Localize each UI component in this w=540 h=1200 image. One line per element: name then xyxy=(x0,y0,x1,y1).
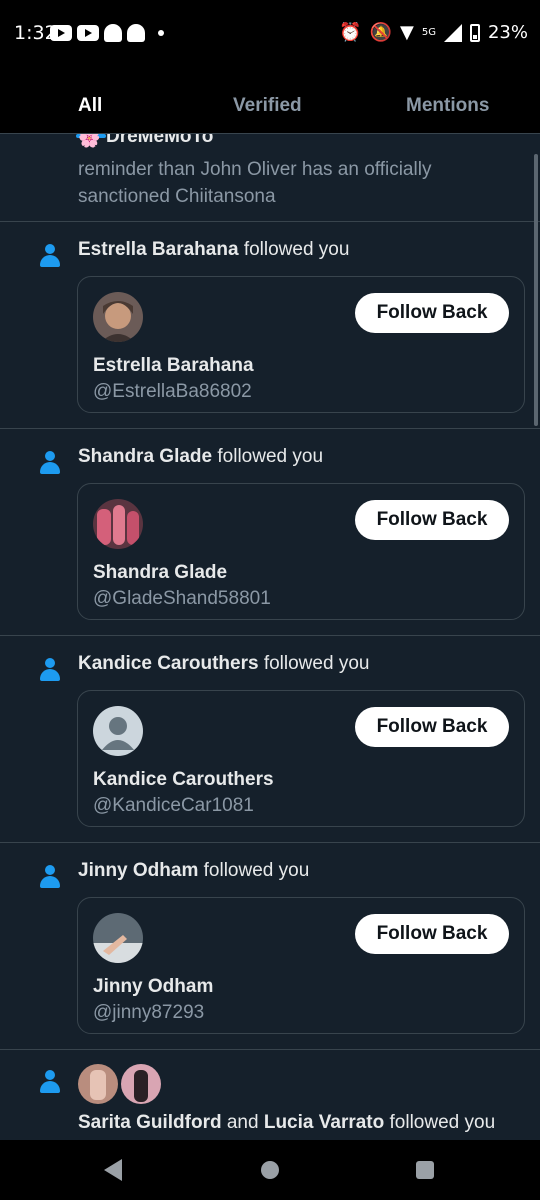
post-author-name: DreMeMoTo xyxy=(106,134,214,147)
person-icon xyxy=(38,1070,62,1094)
group-follow-notification[interactable]: Sarita Guildford and Lucia Varrato follo… xyxy=(0,1050,540,1140)
follow-back-button[interactable]: Follow Back xyxy=(355,293,509,333)
user-card[interactable]: Follow Back Kandice Carouthers @KandiceC… xyxy=(77,690,525,827)
network-label: 5G xyxy=(421,27,436,38)
flower-emoji-icon: 🌸 xyxy=(78,134,101,148)
follow-back-button[interactable]: Follow Back xyxy=(355,500,509,540)
youtube-icon xyxy=(77,25,99,41)
follow-back-button[interactable]: Follow Back xyxy=(355,707,509,747)
notification-text: Sarita Guildford and Lucia Varrato follo… xyxy=(78,1112,495,1134)
notification-action: followed you xyxy=(203,860,310,881)
notification-text: Shandra Glade followed you xyxy=(78,446,323,468)
post-text: reminder than John Oliver has an officia… xyxy=(78,159,432,207)
notification-action: followed you xyxy=(389,1112,496,1133)
person-icon xyxy=(38,658,62,682)
follower-name[interactable]: Lucia Varrato xyxy=(264,1112,384,1133)
follower-name[interactable]: Shandra Glade xyxy=(78,446,212,467)
notifications-feed[interactable]: 🌸 DreMeMoTo reminder than John Oliver ha… xyxy=(0,134,540,1140)
system-icons: ⏰ 🔕 ▼ 5G 23% xyxy=(339,22,528,43)
tab-verified[interactable]: Verified xyxy=(233,95,302,117)
follow-notification[interactable]: Kandice Carouthers followed you Follow B… xyxy=(0,636,540,843)
notification-text: Estrella Barahana followed you xyxy=(78,239,349,261)
follower-name[interactable]: Sarita Guildford xyxy=(78,1112,222,1133)
avatar[interactable] xyxy=(93,292,143,342)
card-handle: @KandiceCar1081 xyxy=(93,795,254,816)
notification-icons xyxy=(50,24,164,42)
card-display-name: Jinny Odham xyxy=(93,976,214,997)
scrollbar[interactable] xyxy=(534,154,538,426)
follow-notification[interactable]: Shandra Glade followed you Follow Back S… xyxy=(0,429,540,636)
youtube-icon xyxy=(50,25,72,41)
person-icon xyxy=(38,244,62,268)
more-notifications-dot-icon xyxy=(158,30,164,36)
follow-notification[interactable]: Jinny Odham followed you Follow Back Jin… xyxy=(0,843,540,1050)
card-handle: @GladeShand58801 xyxy=(93,588,271,609)
card-handle: @jinny87293 xyxy=(93,1002,205,1023)
person-icon xyxy=(38,451,62,475)
avatar[interactable] xyxy=(121,1064,161,1104)
back-icon[interactable] xyxy=(104,1159,122,1181)
recent-apps-icon[interactable] xyxy=(416,1161,434,1179)
follower-name[interactable]: Jinny Odham xyxy=(78,860,198,881)
tab-mentions[interactable]: Mentions xyxy=(406,95,489,117)
follow-notification[interactable]: Estrella Barahana followed you Follow Ba… xyxy=(0,222,540,429)
notification-action: followed you xyxy=(243,239,350,260)
snapchat-icon xyxy=(127,24,145,42)
home-icon[interactable] xyxy=(261,1161,279,1179)
battery-icon xyxy=(469,23,480,42)
avatar[interactable] xyxy=(78,1064,118,1104)
mute-icon: 🔕 xyxy=(369,21,393,43)
default-avatar[interactable] xyxy=(93,706,143,756)
partial-post[interactable]: 🌸 DreMeMoTo reminder than John Oliver ha… xyxy=(0,134,540,222)
avatar[interactable] xyxy=(93,913,143,963)
alarm-icon: ⏰ xyxy=(339,21,362,43)
card-handle: @EstrellaBa86802 xyxy=(93,381,252,402)
person-icon xyxy=(38,865,62,889)
notification-tabs: All Verified Mentions xyxy=(0,66,540,134)
notification-action: followed you xyxy=(263,653,370,674)
system-nav-bar xyxy=(0,1140,540,1200)
signal-icon xyxy=(443,23,462,42)
notification-text: Kandice Carouthers followed you xyxy=(78,653,369,675)
card-display-name: Estrella Barahana xyxy=(93,355,254,376)
user-card[interactable]: Follow Back Estrella Barahana @EstrellaB… xyxy=(77,276,525,413)
card-display-name: Shandra Glade xyxy=(93,562,228,583)
follower-name[interactable]: Estrella Barahana xyxy=(78,239,239,260)
notification-text: Jinny Odham followed you xyxy=(78,860,309,882)
card-display-name: Kandice Carouthers xyxy=(93,769,274,790)
battery-level: 23% xyxy=(487,22,528,43)
user-card[interactable]: Follow Back Shandra Glade @GladeShand588… xyxy=(77,483,525,620)
wifi-icon: ▼ xyxy=(400,21,414,43)
follow-back-button[interactable]: Follow Back xyxy=(355,914,509,954)
follower-name[interactable]: Kandice Carouthers xyxy=(78,653,259,674)
status-bar: 1:32 ⏰ 🔕 ▼ 5G 23% xyxy=(0,0,540,66)
notification-action: followed you xyxy=(217,446,324,467)
user-card[interactable]: Follow Back Jinny Odham @jinny87293 xyxy=(77,897,525,1034)
avatar[interactable] xyxy=(93,499,143,549)
conjunction: and xyxy=(226,1112,259,1133)
snapchat-icon xyxy=(104,24,122,42)
tab-all[interactable]: All xyxy=(78,95,102,117)
